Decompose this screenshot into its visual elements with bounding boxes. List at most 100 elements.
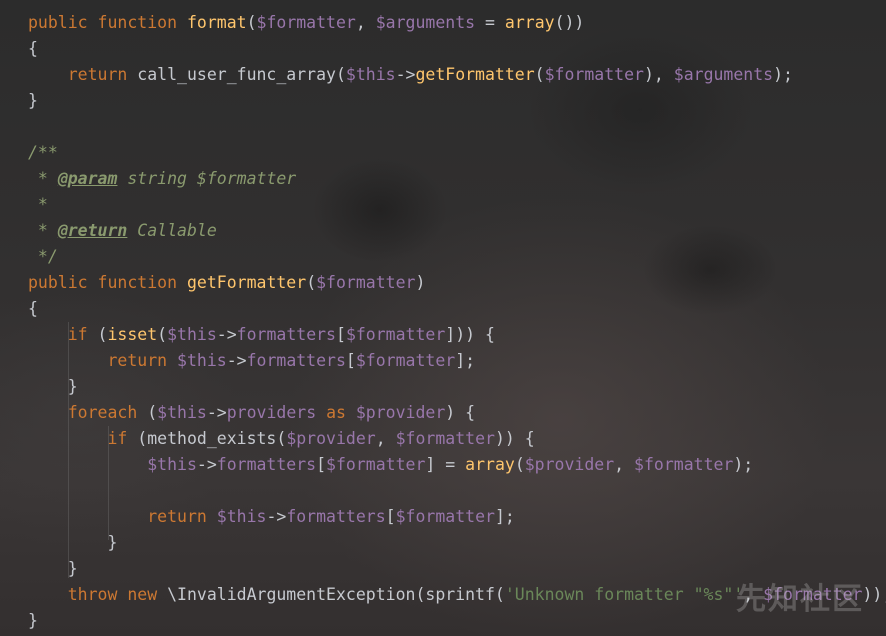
code-line[interactable]: public function format($formatter, $argu…: [28, 10, 886, 36]
code-line[interactable]: if (method_exists($provider, $formatter)…: [28, 426, 886, 452]
code-token: Callable: [127, 221, 217, 240]
code-token: $formatter: [316, 273, 416, 292]
code-token: [: [336, 325, 346, 344]
code-token: getFormatter: [186, 273, 307, 292]
code-token: =: [475, 13, 505, 32]
code-token: $formatter: [395, 507, 495, 526]
code-token: array: [465, 455, 515, 474]
code-token: ];: [494, 507, 515, 526]
code-token: [: [345, 351, 356, 370]
code-token: \InvalidArgumentException(sprintf(: [157, 585, 505, 604]
code-line[interactable]: [28, 114, 886, 140]
code-token: string: [117, 169, 197, 188]
code-token: formatters: [236, 325, 336, 344]
code-token: ->: [266, 507, 287, 526]
code-token: public: [28, 273, 88, 292]
code-token: ->: [216, 325, 237, 344]
code-line[interactable]: * @param string $formatter: [28, 166, 886, 192]
code-token: }: [28, 377, 78, 396]
code-token: ->: [206, 403, 227, 422]
code-token: $this: [345, 65, 396, 84]
code-token: ),: [643, 65, 674, 84]
code-token: }: [28, 91, 38, 110]
code-line[interactable]: /**: [28, 140, 886, 166]
code-token: {: [28, 299, 38, 318]
code-token: formatters: [286, 507, 386, 526]
code-token: $arguments: [673, 65, 774, 84]
code-token: ,: [375, 429, 396, 448]
code-token: formatters: [246, 351, 346, 370]
code-line[interactable]: }: [28, 374, 886, 400]
code-token: return: [67, 65, 128, 84]
code-line[interactable]: }: [28, 88, 886, 114]
code-token: */: [28, 247, 58, 266]
code-line[interactable]: [28, 478, 886, 504]
code-token: $formatter: [326, 455, 426, 474]
code-token: $this: [147, 455, 197, 474]
code-token: ])) {: [445, 325, 495, 344]
code-editor[interactable]: public function format($formatter, $argu…: [0, 0, 886, 636]
code-token: $formatter: [345, 325, 446, 344]
code-line[interactable]: *: [28, 192, 886, 218]
code-token: new: [127, 585, 158, 604]
code-line[interactable]: return call_user_func_array($this->getFo…: [28, 62, 886, 88]
code-token: ));: [862, 585, 886, 604]
code-token: [: [385, 507, 396, 526]
code-token: *: [28, 221, 58, 240]
code-token: (: [157, 325, 168, 344]
code-token: 'Unknown formatter "%s"': [504, 585, 744, 604]
code-token: if: [67, 325, 88, 344]
code-token: $provider: [524, 455, 615, 474]
code-token: $arguments: [375, 13, 476, 32]
code-token: ];: [455, 351, 476, 370]
code-token: ->: [196, 455, 217, 474]
watermark-logo: 先知社区: [736, 582, 864, 617]
code-token: ->: [226, 351, 247, 370]
code-token: foreach: [67, 403, 138, 422]
code-line[interactable]: {: [28, 296, 886, 322]
code-token: $formatter: [544, 65, 644, 84]
code-token: $this: [167, 325, 217, 344]
code-token: function: [97, 273, 178, 292]
code-line[interactable]: {: [28, 36, 886, 62]
code-line[interactable]: $this->formatters[$formatter] = array($p…: [28, 452, 886, 478]
code-token: array: [504, 13, 555, 32]
code-token: }: [28, 611, 38, 630]
code-token: function: [97, 13, 178, 32]
code-token: )) {: [494, 429, 535, 448]
code-line[interactable]: return $this->formatters[$formatter];: [28, 348, 886, 374]
code-token: ->: [395, 65, 416, 84]
code-token: (: [534, 65, 545, 84]
code-line[interactable]: if (isset($this->formatters[$formatter])…: [28, 322, 886, 348]
code-token: return: [107, 351, 168, 370]
code-token: $this: [177, 351, 227, 370]
code-line[interactable]: return $this->formatters[$formatter];: [28, 504, 886, 530]
code-token: *: [28, 195, 48, 214]
code-token: /**: [28, 143, 58, 162]
code-line[interactable]: foreach ($this->providers as $provider) …: [28, 400, 886, 426]
code-line[interactable]: public function getFormatter($formatter): [28, 270, 886, 296]
code-line[interactable]: * @return Callable: [28, 218, 886, 244]
code-token: providers: [226, 403, 317, 422]
code-token: as: [326, 403, 346, 422]
code-token: ] =: [425, 455, 466, 474]
code-token: );: [733, 455, 754, 474]
code-token: $formatter: [196, 169, 297, 188]
code-token: call_user_func_array(: [127, 65, 346, 84]
code-token: (method_exists(: [127, 429, 287, 448]
code-token: (: [246, 13, 257, 32]
code-line[interactable]: */: [28, 244, 886, 270]
code-token: }: [28, 533, 118, 552]
code-line[interactable]: }: [28, 530, 886, 556]
code-token: $provider: [286, 429, 376, 448]
